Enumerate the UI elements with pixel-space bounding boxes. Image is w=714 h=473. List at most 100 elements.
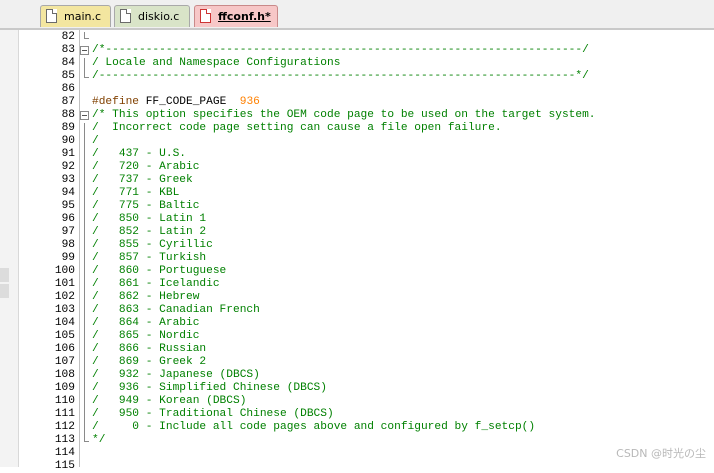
line-number: 82 <box>61 31 75 43</box>
code-line[interactable]: 101 / 861 - Icelandic <box>22 278 714 292</box>
code-text: / 936 - Simplified Chinese (DBCS) <box>92 382 327 394</box>
code-line[interactable]: 98 / 855 - Cyrillic <box>22 239 714 253</box>
code-line[interactable]: 89 / Incorrect code page setting can caus… <box>22 122 714 136</box>
code-line[interactable]: 93 / 737 - Greek <box>22 174 714 188</box>
fold-guide <box>80 71 89 82</box>
code-line[interactable]: 109 / 936 - Simplified Chinese (DBCS) <box>22 382 714 396</box>
code-line[interactable]: 97 / 852 - Latin 2 <box>22 226 714 240</box>
tab-bar: main.c diskio.c ffconf.h* <box>0 0 714 29</box>
line-number: 90 <box>61 135 75 147</box>
code-line[interactable]: 94 / 771 - KBL <box>22 187 714 201</box>
code-line[interactable]: 83 /*------------------------------------… <box>22 44 714 57</box>
code-line[interactable]: 100 / 860 - Portuguese <box>22 265 714 279</box>
left-panel-edge <box>0 30 19 467</box>
macro-name: FF_CODE_PAGE <box>145 96 227 108</box>
fold-guide <box>80 305 89 318</box>
fold-guide <box>80 175 89 188</box>
code-line[interactable]: 107 / 869 - Greek 2 <box>22 356 714 370</box>
line-number: 106 <box>54 343 75 355</box>
code-line[interactable]: 96 / 850 - Latin 1 <box>22 213 714 227</box>
code-line[interactable]: 92 / 720 - Arabic <box>22 161 714 175</box>
code-line[interactable]: 110 / 949 - Korean (DBCS) <box>22 395 714 409</box>
line-number: 104 <box>54 317 75 329</box>
fold-guide <box>80 279 89 292</box>
code-text: / Locale and Namespace Configurations <box>92 57 341 69</box>
fold-guide <box>80 32 89 43</box>
code-line[interactable]: 91 / 437 - U.S. <box>22 148 714 162</box>
code-text: / 949 - Korean (DBCS) <box>92 395 247 407</box>
code-text: / 737 - Greek <box>92 174 193 186</box>
code-line[interactable]: 85 /-------------------------------------… <box>22 70 714 83</box>
line-number: 89 <box>61 122 75 134</box>
code-line[interactable]: 106 / 866 - Russian <box>22 343 714 357</box>
line-number: 91 <box>61 148 75 160</box>
code-text: / 864 - Arabic <box>92 317 200 329</box>
file-icon <box>46 9 57 23</box>
panel-marker <box>0 268 9 282</box>
fold-guide <box>80 266 89 279</box>
line-number: 87 <box>61 96 75 108</box>
fold-guide <box>80 201 89 214</box>
code-text: / 852 - Latin 2 <box>92 226 207 238</box>
tab-ffconf-h[interactable]: ffconf.h* <box>194 5 278 27</box>
fold-guide <box>80 422 89 435</box>
line-number: 102 <box>54 291 75 303</box>
line-number: 103 <box>54 304 75 316</box>
fold-guide <box>80 214 89 227</box>
code-text: / 850 - Latin 1 <box>92 213 207 225</box>
fold-toggle-icon[interactable] <box>80 46 89 55</box>
line-number: 107 <box>54 356 75 368</box>
line-number: 100 <box>54 265 75 277</box>
code-line[interactable]: 90 / <box>22 135 714 149</box>
code-editor[interactable]: 82 83 /*----------------------------------… <box>22 30 714 472</box>
line-number: 95 <box>61 200 75 212</box>
define-keyword: #define <box>92 96 139 108</box>
code-line[interactable]: 114 <box>22 447 714 460</box>
code-line[interactable]: 113 */ <box>22 434 714 447</box>
code-line[interactable]: 103 / 863 - Canadian French <box>22 304 714 318</box>
code-line[interactable]: 95 / 775 - Baltic <box>22 200 714 214</box>
code-line[interactable]: 111 / 950 - Traditional Chinese (DBCS) <box>22 408 714 422</box>
fold-toggle-icon[interactable] <box>80 111 89 120</box>
line-number: 110 <box>54 395 75 407</box>
code-line[interactable]: 87 #define FF_CODE_PAGE 936 <box>22 96 714 109</box>
code-line[interactable]: 102 / 862 - Hebrew <box>22 291 714 305</box>
tab-label: ffconf.h* <box>218 10 271 23</box>
code-text: / 861 - Icelandic <box>92 278 220 290</box>
fold-guide <box>80 383 89 396</box>
line-number: 94 <box>61 187 75 199</box>
code-text: / 775 - Baltic <box>92 200 200 212</box>
file-icon <box>200 9 211 23</box>
fold-guide <box>80 188 89 201</box>
tab-main-c[interactable]: main.c <box>40 5 111 27</box>
line-number: 83 <box>61 44 75 56</box>
code-text: / 857 - Turkish <box>92 252 207 264</box>
line-number: 93 <box>61 174 75 186</box>
line-number: 96 <box>61 213 75 225</box>
line-number: 112 <box>54 421 75 433</box>
watermark: CSDN @时光の尘 <box>616 447 706 460</box>
code-text: / 720 - Arabic <box>92 161 200 173</box>
code-line[interactable]: 86 <box>22 83 714 96</box>
define-statement: #define FF_CODE_PAGE 936 <box>92 96 260 109</box>
code-line[interactable]: 104 / 864 - Arabic <box>22 317 714 331</box>
line-number: 109 <box>54 382 75 394</box>
gutter-border <box>79 30 80 467</box>
code-line[interactable]: 99 / 857 - Turkish <box>22 252 714 266</box>
line-number: 88 <box>61 109 75 121</box>
fold-guide <box>80 253 89 266</box>
tab-diskio-c[interactable]: diskio.c <box>114 5 190 27</box>
fold-guide <box>80 162 89 175</box>
code-text: / 860 - Portuguese <box>92 265 227 277</box>
code-line[interactable]: 105 / 865 - Nordic <box>22 330 714 344</box>
code-line[interactable]: 84 / Locale and Namespace Configurations <box>22 57 714 71</box>
code-line[interactable]: 108 / 932 - Japanese (DBCS) <box>22 369 714 383</box>
code-line[interactable]: 88 /* This option specifies the OEM code … <box>22 109 714 122</box>
fold-guide <box>80 331 89 344</box>
fold-guide <box>80 370 89 383</box>
code-text: / 865 - Nordic <box>92 330 200 342</box>
fold-guide <box>80 396 89 409</box>
code-line[interactable]: 112 / 0 - Include all code pages above an… <box>22 421 714 435</box>
line-number: 113 <box>54 434 75 446</box>
code-line[interactable]: 82 <box>22 31 714 44</box>
